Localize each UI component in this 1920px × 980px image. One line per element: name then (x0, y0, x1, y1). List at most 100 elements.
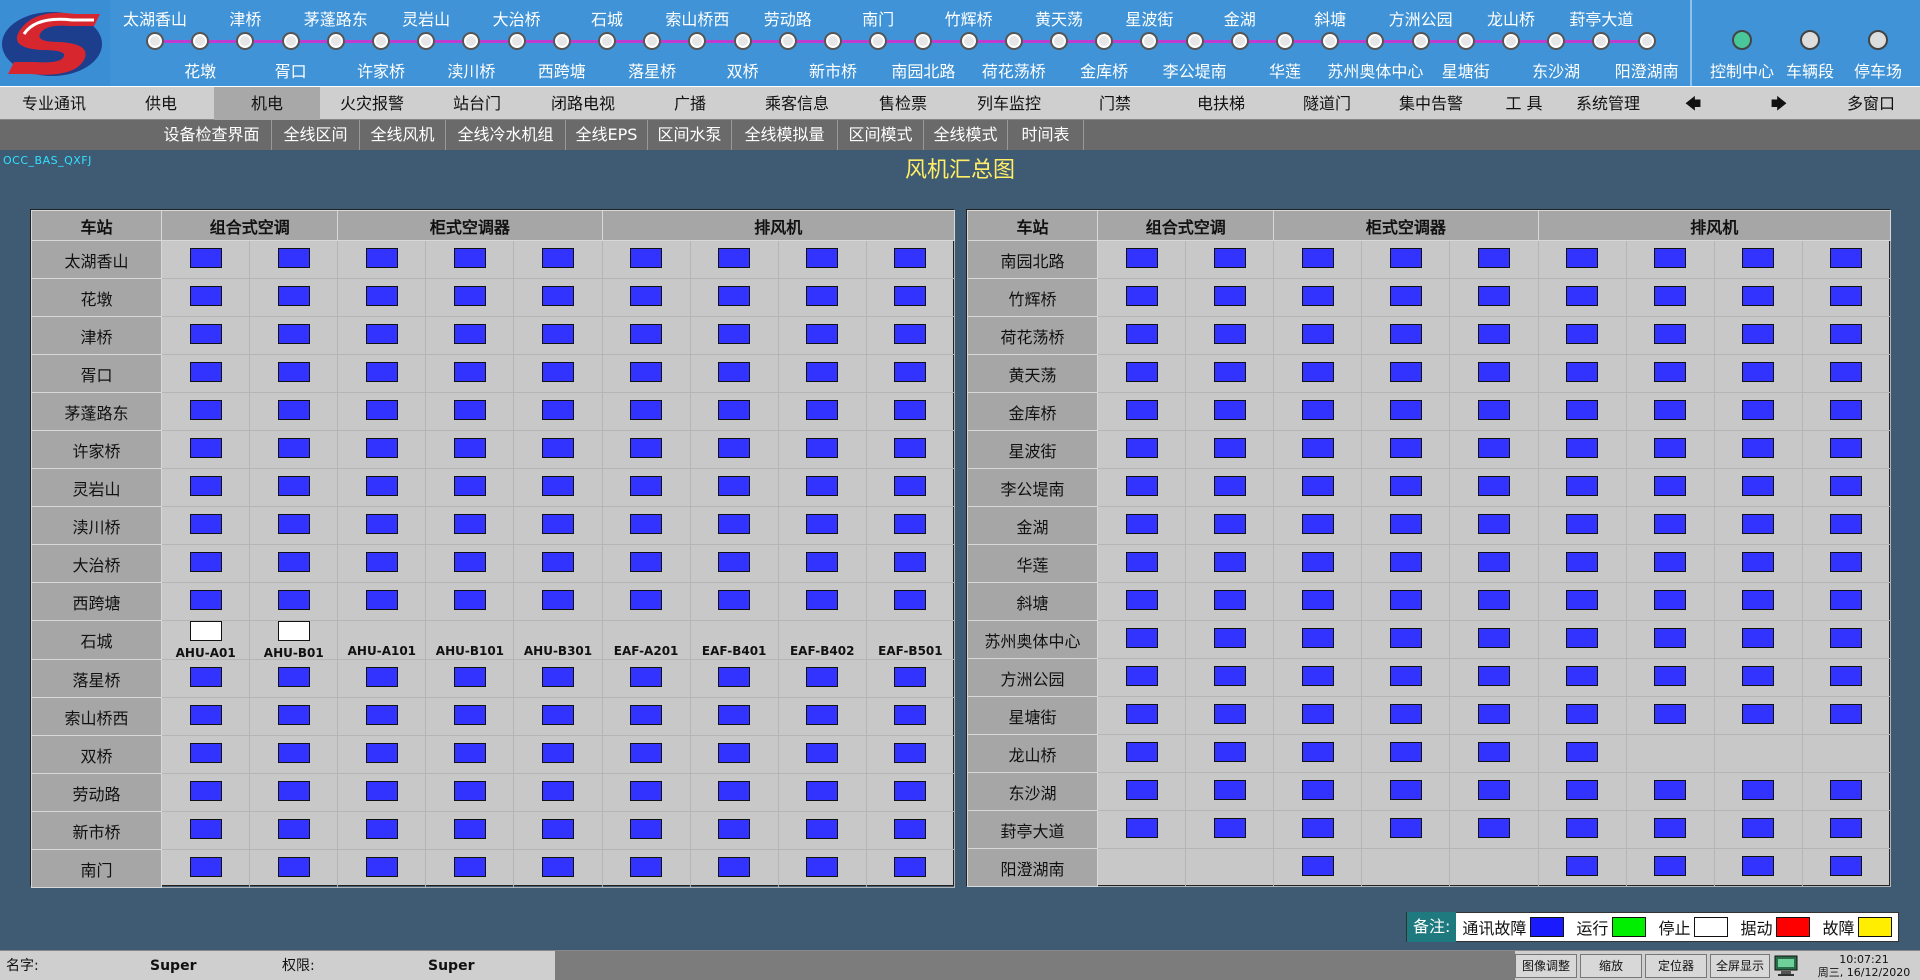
main-menu-item[interactable]: 站台门 (424, 87, 530, 121)
fan-status-comm-fault[interactable] (1301, 247, 1334, 268)
station-marker[interactable] (191, 32, 210, 50)
station-marker[interactable] (1592, 32, 1611, 50)
station-name[interactable]: 斜塘 (966, 582, 1099, 621)
fan-status-comm-fault[interactable] (542, 589, 574, 610)
sub-menu-item[interactable]: 全线风机 (360, 120, 446, 150)
station-label-top[interactable]: 索山桥西 (647, 6, 747, 30)
fan-status-comm-fault[interactable] (1389, 399, 1422, 420)
sub-menu-item[interactable]: 全线模拟量 (732, 120, 838, 150)
station-marker[interactable] (417, 32, 436, 50)
fan-status-comm-fault[interactable] (806, 704, 839, 725)
fan-status-comm-fault[interactable] (1742, 779, 1775, 800)
fan-status-comm-fault[interactable] (277, 780, 310, 801)
station-marker[interactable] (281, 32, 300, 50)
fan-status-comm-fault[interactable] (1389, 323, 1422, 344)
fan-status-comm-fault[interactable] (365, 551, 398, 572)
fan-status-comm-fault[interactable] (189, 780, 222, 801)
fan-status-comm-fault[interactable] (1125, 817, 1158, 838)
fan-status-comm-fault[interactable] (1389, 513, 1422, 534)
fan-status-comm-fault[interactable] (718, 361, 751, 382)
status-button[interactable]: 缩放 (1580, 954, 1642, 978)
fan-status-comm-fault[interactable] (1654, 779, 1687, 800)
fan-status-comm-fault[interactable] (1213, 323, 1246, 344)
fan-status-comm-fault[interactable] (1566, 589, 1599, 610)
fan-status-comm-fault[interactable] (1654, 399, 1687, 420)
fan-status-comm-fault[interactable] (630, 247, 663, 268)
fan-status-comm-fault[interactable] (1654, 247, 1687, 268)
fan-status-comm-fault[interactable] (1830, 285, 1863, 306)
main-menu-item[interactable]: 🡄 (1650, 87, 1736, 121)
fan-status-comm-fault[interactable] (630, 323, 663, 344)
fan-status-comm-fault[interactable] (1566, 399, 1599, 420)
fan-status-comm-fault[interactable] (630, 818, 663, 839)
station-label-top[interactable]: 茅蓬路东 (286, 6, 386, 30)
main-menu-item[interactable]: 电扶梯 (1168, 87, 1274, 121)
fan-status-comm-fault[interactable] (1389, 551, 1422, 572)
fan-status-comm-fault[interactable] (1478, 665, 1510, 686)
station-label-top[interactable]: 劳动路 (738, 6, 838, 30)
fan-status-comm-fault[interactable] (806, 513, 839, 534)
fan-status-comm-fault[interactable] (1566, 551, 1599, 572)
sub-menu-item[interactable]: 全线模式 (924, 120, 1008, 150)
station-name[interactable]: 南门 (30, 849, 163, 888)
fan-status-comm-fault[interactable] (542, 513, 574, 534)
fan-status-comm-fault[interactable] (453, 361, 486, 382)
fan-status-comm-fault[interactable] (365, 285, 398, 306)
fan-status-comm-fault[interactable] (718, 589, 751, 610)
fan-status-comm-fault[interactable] (453, 323, 486, 344)
fan-status-comm-fault[interactable] (1830, 513, 1863, 534)
fan-status-comm-fault[interactable] (277, 513, 310, 534)
fan-status-comm-fault[interactable] (1301, 703, 1334, 724)
main-menu-item[interactable]: 工 具 (1482, 87, 1566, 121)
station-marker[interactable] (643, 32, 662, 50)
fan-status-comm-fault[interactable] (1125, 741, 1158, 762)
fan-status-comm-fault[interactable] (894, 551, 927, 572)
fan-status-comm-fault[interactable] (1301, 817, 1334, 838)
fan-status-comm-fault[interactable] (1389, 627, 1422, 648)
main-menu-item[interactable]: 列车监控 (956, 87, 1062, 121)
station-label-bottom[interactable]: 阳澄湖南 (1592, 58, 1702, 82)
fan-status-comm-fault[interactable] (1830, 323, 1863, 344)
fan-status-comm-fault[interactable] (1478, 513, 1510, 534)
sub-menu-item[interactable]: 区间模式 (838, 120, 924, 150)
fan-status-comm-fault[interactable] (542, 856, 574, 877)
station-name[interactable]: 茅蓬路东 (30, 392, 163, 431)
fan-status-comm-fault[interactable] (1830, 855, 1863, 876)
fan-status-comm-fault[interactable] (1301, 285, 1334, 306)
fan-status-comm-fault[interactable] (806, 856, 839, 877)
fan-status-comm-fault[interactable] (1301, 323, 1334, 344)
fan-status-comm-fault[interactable] (189, 513, 222, 534)
fan-status-comm-fault[interactable] (806, 780, 839, 801)
fan-status-comm-fault[interactable] (542, 551, 574, 572)
fan-status-comm-fault[interactable] (1125, 247, 1158, 268)
fan-status-comm-fault[interactable] (453, 742, 486, 763)
fan-status-comm-fault[interactable] (365, 361, 398, 382)
main-menu-item[interactable]: 火灾报警 (320, 87, 424, 121)
fan-status-comm-fault[interactable] (1213, 779, 1246, 800)
fan-status-comm-fault[interactable] (542, 285, 574, 306)
status-button[interactable]: 图像调整 (1515, 954, 1577, 978)
fan-status-comm-fault[interactable] (1478, 779, 1510, 800)
fan-status-comm-fault[interactable] (1213, 475, 1246, 496)
fan-status-comm-fault[interactable] (1830, 703, 1863, 724)
station-marker[interactable] (1140, 32, 1159, 50)
station-name[interactable]: 星塘街 (966, 696, 1099, 735)
fan-status-comm-fault[interactable] (189, 589, 222, 610)
fan-status-comm-fault[interactable] (1213, 703, 1246, 724)
fan-status-comm-fault[interactable] (1301, 779, 1334, 800)
fan-status-comm-fault[interactable] (1125, 437, 1158, 458)
station-marker[interactable] (688, 32, 707, 50)
fan-status-comm-fault[interactable] (1213, 627, 1246, 648)
fan-status-comm-fault[interactable] (1566, 513, 1599, 534)
fan-status-comm-fault[interactable] (630, 475, 663, 496)
fan-status-comm-fault[interactable] (1830, 665, 1863, 686)
station-marker[interactable] (552, 32, 571, 50)
main-menu-item[interactable]: 系统管理 (1566, 87, 1650, 121)
main-menu-item[interactable]: 专业通讯 (0, 87, 108, 121)
fan-status-comm-fault[interactable] (1830, 475, 1863, 496)
fan-status-comm-fault[interactable] (453, 437, 486, 458)
fan-status-comm-fault[interactable] (630, 285, 663, 306)
fan-status-comm-fault[interactable] (1125, 513, 1158, 534)
station-name[interactable]: 石城 (30, 620, 163, 660)
fan-status-comm-fault[interactable] (1389, 703, 1422, 724)
